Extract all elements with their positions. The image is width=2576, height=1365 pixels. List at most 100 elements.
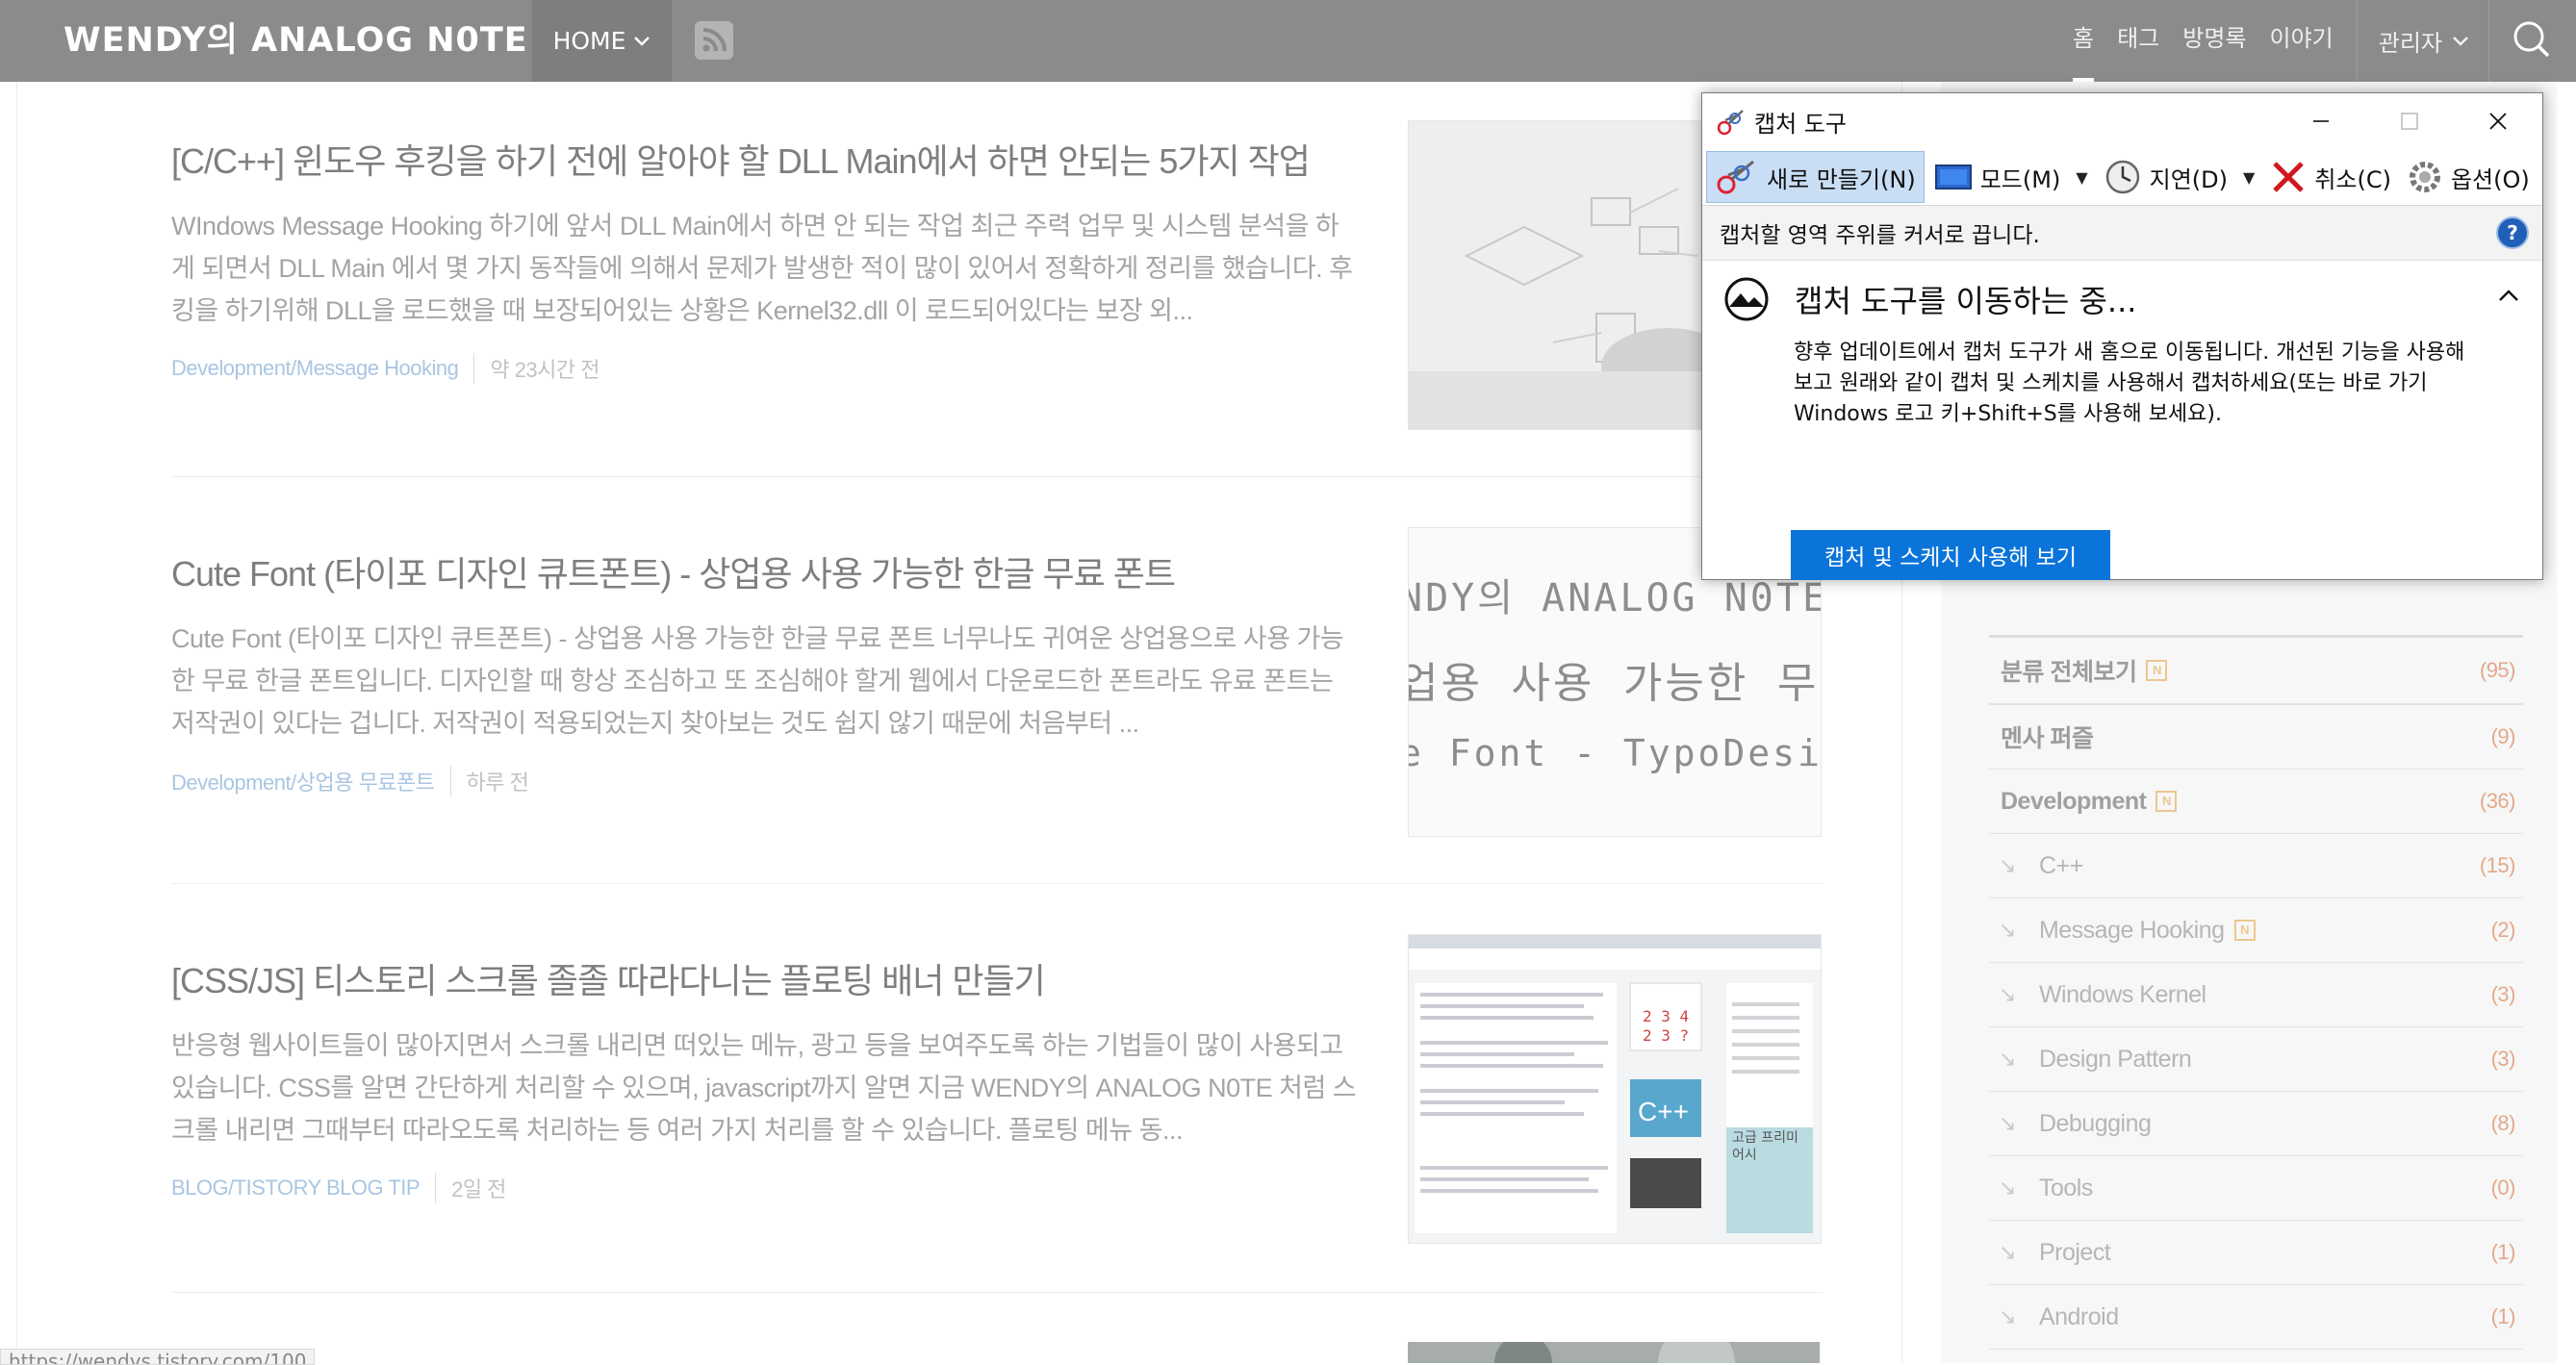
nav-guestbook[interactable]: 방명록	[2171, 0, 2257, 82]
category-count: (3)	[2490, 1047, 2516, 1071]
mode-label: 모드(M)	[1979, 165, 2061, 193]
category-list: 분류 전체보기 N (95) 멘사 퍼즐 (9) Development N (…	[1989, 635, 2523, 1350]
post-divider	[171, 883, 1823, 884]
post-item[interactable]: [CSS/JS] 티스토리 스크롤 졸졸 따라다니는 플로팅 배너 만들기 반응…	[171, 934, 1823, 1244]
delay-label: 지연(D)	[2149, 165, 2228, 193]
minimize-button[interactable]	[2277, 93, 2365, 149]
category-item-debugging[interactable]: ↘ Debugging (8)	[1989, 1092, 2523, 1156]
new-badge: N	[2233, 920, 2256, 941]
chevron-down-icon	[634, 36, 650, 46]
rss-icon[interactable]	[695, 21, 733, 60]
post-category[interactable]: Development/상업용 무료폰트	[171, 766, 435, 796]
post-summary[interactable]: 반응형 웹사이트들이 많아지면서 스크롤 내리면 떠있는 메뉴, 광고 등을 보…	[171, 1024, 1360, 1151]
subcategory-arrow-icon: ↘	[1999, 1111, 2016, 1135]
dropdown-arrow-icon[interactable]: ▼	[2243, 168, 2255, 187]
browser-screenshot-image: 2 3 4 2 3 ?	[1409, 935, 1821, 1243]
category-count: (36)	[2479, 789, 2516, 813]
rectangle-mode-icon	[1934, 164, 1972, 190]
help-icon[interactable]: ?	[2496, 216, 2529, 249]
snip-sketch-icon	[1724, 277, 1769, 321]
try-snip-sketch-button[interactable]: 캡처 및 스케치 사용해 보기	[1791, 530, 2110, 580]
thumb-cpp-label: C++	[1638, 1097, 1689, 1126]
post-thumbnail[interactable]	[1408, 1342, 1820, 1363]
hint-text: 캡처할 영역 주위를 커서로 끕니다.	[1720, 223, 2040, 248]
home-menu-button[interactable]: HOME	[532, 0, 672, 82]
category-item-design-pattern[interactable]: ↘ Design Pattern (3)	[1989, 1027, 2523, 1092]
chevron-up-icon[interactable]	[2496, 284, 2521, 309]
nav-story[interactable]: 이야기	[2258, 0, 2345, 82]
category-count: (2)	[2490, 918, 2516, 942]
post-time: 2일 전	[435, 1173, 506, 1203]
search-button[interactable]	[2489, 0, 2576, 82]
category-name: Design Pattern	[2038, 1045, 2192, 1073]
options-button[interactable]: 옵션(O)	[2399, 152, 2538, 202]
post-summary[interactable]: WIndows Message Hooking 하기에 앞서 DLL Main에…	[171, 205, 1360, 332]
category-item-project[interactable]: ↘ Project (1)	[1989, 1221, 2523, 1285]
post-item[interactable]: [C/C++] 윈도우 후킹을 하기 전에 알아야 할 DLL Main에서 하…	[171, 120, 1823, 430]
delay-button[interactable]: 지연(D) ▼	[2096, 152, 2263, 202]
category-name: Project	[2038, 1238, 2111, 1266]
category-item-android[interactable]: ↘ Android (1)	[1989, 1285, 2523, 1350]
category-count: (95)	[2479, 658, 2516, 682]
nature-photo-image	[1408, 1342, 1820, 1363]
category-item-mensa[interactable]: 멘사 퍼즐 (9)	[1989, 705, 2523, 770]
dropdown-arrow-icon[interactable]: ▼	[2076, 168, 2087, 187]
category-item-cpp[interactable]: ↘ C++ (15)	[1989, 834, 2523, 898]
post-divider	[171, 476, 1823, 477]
new-snip-button[interactable]: 새로 만들기(N)	[1706, 151, 1925, 203]
clock-icon	[2105, 160, 2139, 194]
search-icon	[2513, 21, 2550, 58]
post-divider	[171, 1292, 1823, 1293]
subcategory-arrow-icon: ↘	[1999, 918, 2016, 942]
thumb-line: 업용 사용 가능한 무료 폰트	[1409, 659, 1821, 708]
category-item-message-hooking[interactable]: ↘ Message Hooking N (2)	[1989, 898, 2523, 963]
window-titlebar[interactable]: 캡처 도구	[1702, 93, 2542, 149]
mode-button[interactable]: 모드(M) ▼	[1926, 152, 2096, 202]
subcategory-arrow-icon: ↘	[1999, 1047, 2016, 1071]
category-item-tools[interactable]: ↘ Tools (0)	[1989, 1156, 2523, 1221]
thumb-side-label: 고급 프리미어시	[1732, 1130, 1798, 1163]
blog-brand[interactable]: WENDY의 ANALOG N0TE	[64, 17, 528, 63]
gear-icon	[2409, 162, 2440, 192]
notice-body: 향후 업데이트에서 캡처 도구가 새 홈으로 이동됩니다. 개선된 기능을 사용…	[1794, 341, 2465, 426]
cancel-button[interactable]: 취소(C)	[2262, 152, 2399, 202]
category-item-all[interactable]: 분류 전체보기 N (95)	[1989, 638, 2523, 705]
category-name: Development	[2001, 787, 2147, 815]
category-label: ↘ Design Pattern	[1989, 1045, 2192, 1074]
notice-panel: 캡처 도구를 이동하는 중... 향후 업데이트에서 캡처 도구가 새 홈으로 …	[1702, 261, 2542, 580]
subcategory-arrow-icon: ↘	[1999, 1304, 2016, 1328]
nav-tag[interactable]: 태그	[2105, 0, 2171, 82]
cancel-x-icon	[2273, 162, 2305, 192]
svg-text:2 3 ?: 2 3 ?	[1643, 1026, 1689, 1045]
nav-divider	[2356, 0, 2358, 82]
close-button[interactable]	[2454, 93, 2542, 149]
category-count: (1)	[2490, 1304, 2516, 1328]
admin-menu[interactable]: 관리자	[2369, 24, 2488, 58]
post-thumbnail[interactable]: 2 3 4 2 3 ? C++ 고급 프리미어시	[1408, 934, 1822, 1244]
category-count: (1)	[2490, 1240, 2516, 1264]
category-item-windows-kernel[interactable]: ↘ Windows Kernel (3)	[1989, 963, 2523, 1027]
category-name: C++	[2038, 851, 2083, 879]
scissors-icon	[1717, 110, 1744, 136]
snipping-tool-window[interactable]: 캡처 도구 새로 만들기(N) 모드(M) ▼ 지연(D) ▼ 취소(C) 옵션…	[1701, 92, 2543, 580]
category-item-development[interactable]: Development N (36)	[1989, 770, 2523, 834]
post-time: 하루 전	[449, 766, 529, 796]
category-name: 멘사 퍼즐	[2001, 725, 2094, 752]
post-category[interactable]: BLOG/TISTORY BLOG TIP	[171, 1175, 421, 1201]
subcategory-arrow-icon: ↘	[1999, 853, 2016, 877]
post-summary[interactable]: Cute Font (타이포 디자인 큐트폰트) - 상업용 사용 가능한 한글…	[171, 618, 1360, 745]
maximize-button[interactable]	[2365, 93, 2454, 149]
minimize-icon	[2313, 120, 2329, 122]
post-item[interactable]: Cute Font (타이포 디자인 큐트폰트) - 상업용 사용 가능한 한글…	[171, 527, 1823, 837]
nav-home[interactable]: 홈	[2061, 0, 2105, 82]
category-label: ↘ C++	[1989, 852, 2083, 880]
snip-hint-bar: 캡처할 영역 주위를 커서로 끕니다. ?	[1702, 206, 2542, 261]
post-category[interactable]: Development/Message Hooking	[171, 356, 459, 381]
category-label: ↘ Debugging	[1989, 1110, 2152, 1138]
subcategory-arrow-icon: ↘	[1999, 1240, 2016, 1264]
notice-title: 캡처 도구를 이동하는 중...	[1795, 283, 2137, 319]
category-count: (8)	[2490, 1111, 2516, 1135]
home-menu-label: HOME	[552, 27, 626, 55]
new-snip-label: 새로 만들기(N)	[1767, 165, 1916, 193]
cancel-label: 취소(C)	[2314, 165, 2391, 193]
